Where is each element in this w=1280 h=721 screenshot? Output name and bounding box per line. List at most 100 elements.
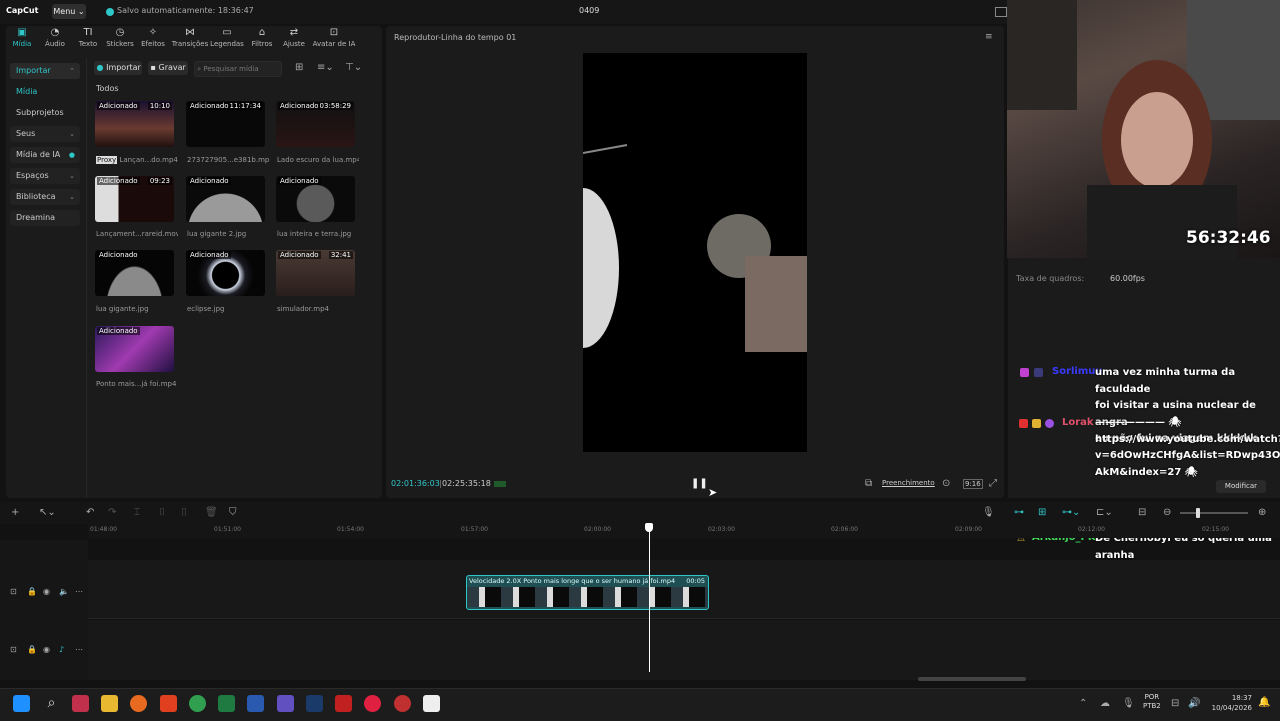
sidebar-item-midia[interactable]: Mídia bbox=[10, 84, 80, 100]
excel-icon[interactable] bbox=[218, 695, 235, 712]
track-cover-icon[interactable]: ⊡ bbox=[10, 587, 17, 596]
split-icon[interactable]: ⌶ bbox=[134, 507, 140, 518]
firefox-icon[interactable] bbox=[130, 695, 147, 712]
volume-icon[interactable]: 🔊 bbox=[1188, 698, 1200, 709]
playhead[interactable] bbox=[649, 526, 650, 672]
chrome-icon[interactable] bbox=[189, 695, 206, 712]
layout-select-icon[interactable]: ⊏⌄ bbox=[1096, 507, 1113, 518]
sidebar-item-seus[interactable]: Seus ⌄ bbox=[10, 126, 80, 142]
caption-icon[interactable]: ⊟ bbox=[1138, 507, 1146, 518]
word-icon[interactable] bbox=[247, 695, 264, 712]
zoom-slider[interactable] bbox=[1180, 512, 1248, 514]
fit-mode-button[interactable]: Preenchimento bbox=[882, 479, 935, 487]
fullscreen-icon[interactable]: ⤢ bbox=[989, 478, 997, 489]
select-tool-icon[interactable]: ↖⌄ bbox=[39, 507, 56, 518]
trim-right-icon[interactable]: ⌷ bbox=[181, 507, 187, 518]
file-explorer-icon[interactable] bbox=[101, 695, 118, 712]
zoom-in-icon[interactable]: ⊕ bbox=[1258, 507, 1266, 518]
app-icon[interactable] bbox=[394, 695, 411, 712]
pause-button[interactable]: ❚❚ bbox=[691, 478, 708, 489]
app-icon[interactable] bbox=[72, 695, 89, 712]
modify-button[interactable]: Modificar bbox=[1216, 480, 1266, 493]
track-cover-icon[interactable]: ⊡ bbox=[10, 645, 17, 654]
tab-avatar-ia[interactable]: ⊡ Avatar de IA bbox=[310, 28, 358, 49]
search-input[interactable]: ⌕ Pesquisar mídia bbox=[194, 61, 282, 77]
redo-icon[interactable]: ↷ bbox=[108, 507, 116, 518]
layout-icon[interactable] bbox=[995, 7, 1007, 17]
app-icon[interactable] bbox=[277, 695, 294, 712]
delete-icon[interactable]: 🗑 bbox=[205, 507, 218, 518]
sidebar-item-midia-ia[interactable]: Mídia de IA ● bbox=[10, 147, 80, 163]
media-thumb[interactable]: Adicionado 09:23 bbox=[95, 176, 174, 222]
audio-track-icon[interactable]: ♪ bbox=[59, 645, 64, 654]
add-track-icon[interactable]: + bbox=[11, 507, 19, 518]
playhead-handle[interactable] bbox=[645, 523, 653, 532]
tab-efeitos[interactable]: ✧ Efeitos bbox=[133, 28, 173, 49]
crop-icon[interactable]: ⧉ bbox=[865, 478, 872, 489]
media-thumb[interactable]: Adicionado bbox=[186, 250, 265, 296]
tray-chevron-icon[interactable]: ⌃ bbox=[1079, 698, 1087, 709]
transitions-icon: ⋈ bbox=[185, 27, 195, 38]
project-name[interactable]: 0409 bbox=[579, 6, 599, 15]
timeline-scrollbar[interactable] bbox=[918, 677, 1026, 681]
language-indicator[interactable]: POR PTB2 bbox=[1143, 693, 1161, 711]
menu-icon[interactable]: ≡ bbox=[985, 32, 993, 42]
snapshot-icon[interactable]: ⊙ bbox=[942, 478, 950, 489]
brave-icon[interactable] bbox=[160, 695, 177, 712]
volume-icon[interactable]: 🔈 bbox=[59, 587, 69, 596]
microphone-icon[interactable]: 🎙 bbox=[982, 507, 995, 518]
app-icon[interactable] bbox=[306, 695, 323, 712]
windows-start-icon[interactable] bbox=[13, 695, 30, 712]
cloud-icon[interactable]: ☁ bbox=[1100, 698, 1110, 709]
preview-axis-icon[interactable]: ⊶⌄ bbox=[1062, 507, 1080, 518]
media-thumb[interactable]: Adicionado bbox=[276, 176, 355, 222]
zoom-out-icon[interactable]: ⊖ bbox=[1163, 507, 1171, 518]
sort-icon[interactable]: ≡⌄ bbox=[317, 62, 334, 73]
zoom-slider-handle[interactable] bbox=[1196, 508, 1200, 518]
timeline-clip[interactable]: Velocidade 2.0X Ponto mais longe que o s… bbox=[466, 575, 709, 610]
link-icon[interactable]: ⊶ bbox=[1014, 507, 1024, 518]
secondary-track[interactable] bbox=[88, 620, 1280, 680]
undo-icon[interactable]: ↶ bbox=[86, 507, 94, 518]
more-icon[interactable]: ⋯ bbox=[75, 587, 83, 596]
aspect-ratio-button[interactable]: 9:16 bbox=[963, 479, 983, 489]
more-icon[interactable]: ⋯ bbox=[75, 645, 83, 654]
eye-icon[interactable]: ◉ bbox=[43, 645, 50, 654]
capcut-icon[interactable] bbox=[423, 695, 440, 712]
media-thumb[interactable]: Adicionado bbox=[95, 326, 174, 372]
microphone-icon[interactable]: 🎙 bbox=[1122, 698, 1135, 709]
video-preview[interactable] bbox=[583, 53, 807, 452]
media-player-icon[interactable] bbox=[364, 695, 381, 712]
media-thumb[interactable]: Adicionado 03:58:29 bbox=[276, 101, 355, 147]
sidebar-item-importar[interactable]: Importar ⌃ bbox=[10, 63, 80, 79]
media-thumb[interactable]: Adicionado bbox=[95, 250, 174, 296]
snap-icon[interactable]: ⊞ bbox=[1038, 507, 1046, 518]
grid-view-icon[interactable]: ⊞ bbox=[295, 62, 303, 73]
clock[interactable]: 18:37 10/04/2026 bbox=[1208, 693, 1252, 713]
sidebar-item-subprojetos[interactable]: Subprojetos bbox=[10, 105, 80, 121]
search-icon[interactable]: ⌕ bbox=[43, 695, 60, 712]
media-thumb[interactable]: Adicionado 32:41 bbox=[276, 250, 355, 296]
tab-ajuste[interactable]: ⇄ Ajuste bbox=[274, 28, 314, 49]
eye-icon[interactable]: ◉ bbox=[43, 587, 50, 596]
network-icon[interactable]: ⊟ bbox=[1171, 698, 1179, 709]
media-thumb[interactable]: Adicionado 11:17:34 bbox=[186, 101, 265, 147]
lock-icon[interactable]: 🔒 bbox=[27, 587, 37, 596]
sidebar-item-dreamina[interactable]: Dreamina bbox=[10, 210, 80, 226]
lock-icon[interactable]: 🔒 bbox=[27, 645, 37, 654]
trim-left-icon[interactable]: ⌷ bbox=[159, 507, 165, 518]
sidebar-item-espacos[interactable]: Espaços ⌄ bbox=[10, 168, 80, 184]
filter-icon[interactable]: ⊤⌄ bbox=[345, 62, 362, 73]
fps-value: 60.00fps bbox=[1110, 274, 1145, 283]
record-button[interactable]: ▪ Gravar bbox=[148, 61, 188, 75]
sidebar-item-biblioteca[interactable]: Biblioteca ⌄ bbox=[10, 189, 80, 205]
tab-legendas[interactable]: ▭ Legendas bbox=[207, 28, 247, 49]
import-button[interactable]: ● Importar bbox=[94, 61, 142, 75]
marker-icon[interactable]: ⛉ bbox=[229, 507, 237, 518]
tab-transicoes[interactable]: ⋈ Transições bbox=[170, 27, 210, 49]
media-thumb[interactable]: Adicionado bbox=[186, 176, 265, 222]
notification-icon[interactable]: 🔔 bbox=[1258, 697, 1270, 708]
menu-button[interactable]: Menu ⌄ bbox=[52, 4, 86, 19]
media-thumb[interactable]: Adicionado 10:10 bbox=[95, 101, 174, 147]
app-icon[interactable] bbox=[335, 695, 352, 712]
